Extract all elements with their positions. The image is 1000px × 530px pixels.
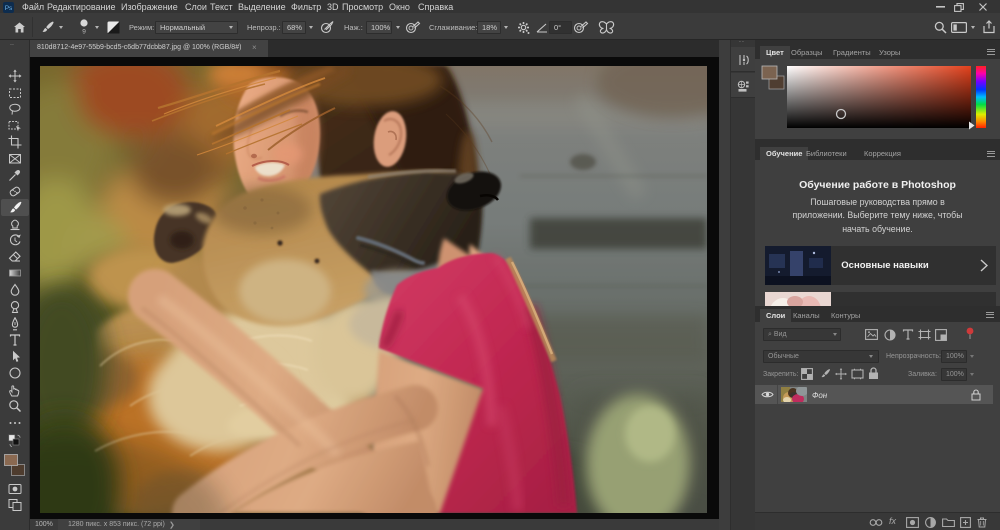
- svg-text:Ps: Ps: [5, 5, 13, 12]
- svg-text:9: 9: [82, 29, 86, 35]
